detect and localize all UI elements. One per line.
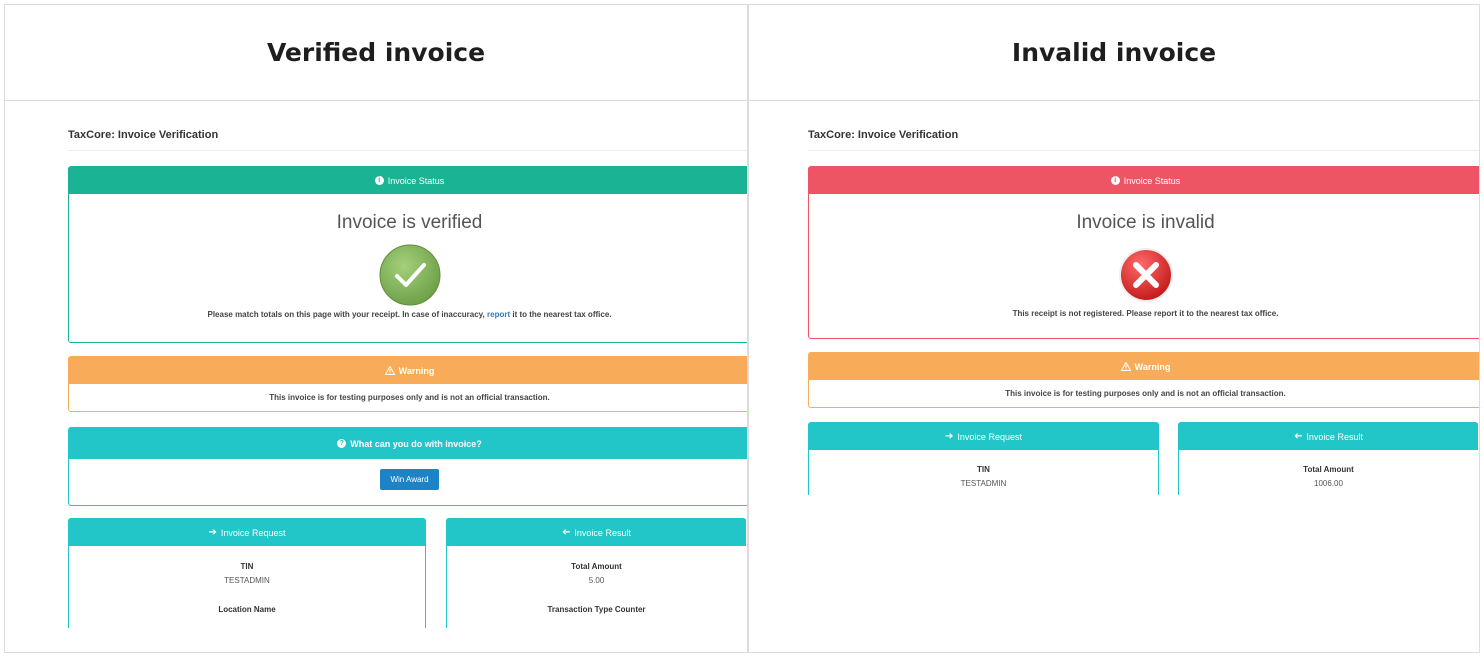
field-label: Total Amount [1303,465,1354,474]
question-icon: ? [337,439,347,448]
arrow-left-icon: ➔ [562,527,571,538]
warning-icon [384,366,395,375]
invoice-request-header: ➔ Invoice Request [69,519,425,546]
check-circle-icon [379,244,440,306]
field-value: TESTADMIN [960,479,1007,488]
status-text: Invoice is invalid [1076,212,1215,233]
invalid-screenshot-cell: TaxCore: Invoice Verification i Invoice … [749,101,1479,652]
invoice-result-header: ➔ Invoice Result [447,519,746,546]
invoice-result-header: ➔ Invoice Result [1179,423,1478,450]
status-panel: i Invoice Status Invoice is verified Ple… [68,166,747,343]
field-value: 1006.00 [1314,479,1343,488]
status-panel-header: i Invoice Status [809,167,1479,194]
field-location-name: Location Name [69,605,425,614]
action-panel-header: ? What can you do with invoice? [69,428,747,459]
field-label: Total Amount [571,562,622,571]
status-panel: i Invoice Status Invoice is invalid This… [808,166,1479,339]
invoice-request-panel: ➔ Invoice Request TIN TESTADMIN Location… [68,518,426,628]
warning-panel-header: Warning [809,353,1479,380]
invalid-note: This receipt is not registered. Please r… [1012,309,1279,318]
info-icon: i [374,176,384,185]
status-text: Invoice is verified [336,212,483,233]
invoice-result-panel: ➔ Invoice Result Total Amount 1006.00 [1178,422,1478,495]
arrow-right-icon: ➔ [208,527,217,538]
verified-screenshot-cell: TaxCore: Invoice Verification i Invoice … [5,101,749,652]
field-label: Transaction Type Counter [547,605,646,614]
invoice-result-title: Invoice Result [574,527,631,538]
win-award-button[interactable]: Win Award [380,469,439,490]
action-panel-title: What can you do with invoice? [350,438,482,449]
arrow-right-icon: ➔ [945,431,954,442]
field-total-amount: Total Amount 1006.00 [1179,465,1478,488]
comparison-table: Verified invoice Invalid invoice TaxCore… [4,4,1480,653]
action-panel: ? What can you do with invoice? Win Awar… [68,427,747,506]
warning-panel: Warning This invoice is for testing purp… [808,352,1479,408]
divider [68,150,747,151]
invoice-request-panel: ➔ Invoice Request TIN TESTADMIN [808,422,1159,495]
invoice-result-panel: ➔ Invoice Result Total Amount 5.00 Trans… [446,518,746,628]
status-panel-title: Invoice Status [1123,175,1181,186]
arrow-left-icon: ➔ [1294,431,1303,442]
invoice-request-title: Invoice Request [957,431,1022,442]
verify-note: Please match totals on this page with yo… [207,310,612,319]
column-header-invalid: Invalid invoice [749,5,1479,101]
field-tin: TIN TESTADMIN [809,465,1158,488]
warning-panel-title: Warning [398,365,435,376]
x-circle-icon [1118,248,1173,302]
warning-panel-title: Warning [1134,361,1171,372]
field-label: TIN [240,562,254,571]
field-tin: TIN TESTADMIN [69,562,425,585]
field-label: Location Name [218,605,276,614]
column-header-verified: Verified invoice [5,5,749,101]
warning-panel-header: Warning [69,357,747,384]
warning-text: This invoice is for testing purposes onl… [269,393,550,402]
field-label: TIN [977,465,990,474]
invoice-result-title: Invoice Result [1306,431,1363,442]
field-value: 5.00 [588,576,605,585]
status-panel-title: Invoice Status [387,175,445,186]
app-title: TaxCore: Invoice Verification [808,129,959,141]
app-title: TaxCore: Invoice Verification [68,129,219,141]
warning-panel: Warning This invoice is for testing purp… [68,356,747,412]
field-total-amount: Total Amount 5.00 [447,562,746,585]
status-panel-header: i Invoice Status [69,167,747,194]
warning-text: This invoice is for testing purposes onl… [1005,389,1286,398]
report-link[interactable]: report [487,310,510,319]
invoice-request-title: Invoice Request [220,527,286,538]
info-icon: i [1110,176,1120,185]
field-value: TESTADMIN [224,576,270,585]
warning-icon [1120,362,1131,371]
divider [808,150,1479,151]
field-transaction-type-counter: Transaction Type Counter [447,605,746,614]
invoice-request-header: ➔ Invoice Request [809,423,1158,450]
